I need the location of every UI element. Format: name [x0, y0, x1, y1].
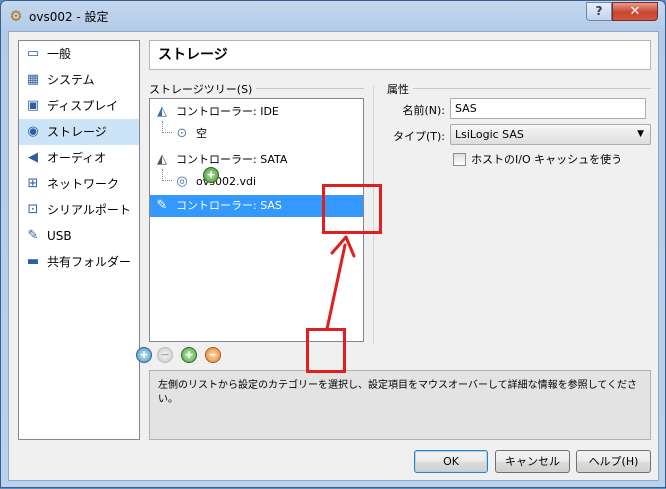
annotation-arrow — [325, 235, 356, 331]
settings-dialog: ⚙ ovs002 - 設定 ? ✕ ▭ 一般 ▦ システム ▣ ディスプレイ ◉… — [0, 0, 666, 488]
